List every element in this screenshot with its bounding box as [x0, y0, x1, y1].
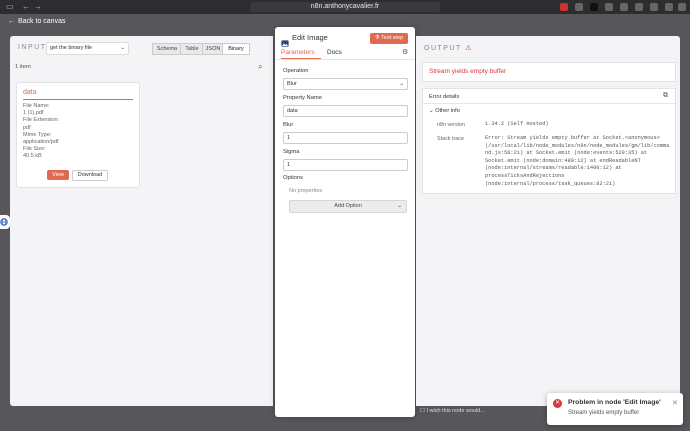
- toast-title: Problem in node 'Edit Image': [568, 399, 661, 406]
- download-button[interactable]: Download: [72, 170, 108, 181]
- copy-icon[interactable]: ⧉: [663, 92, 668, 100]
- globe-icon[interactable]: [0, 215, 10, 229]
- warning-icon: ⚠: [465, 45, 472, 52]
- error-details-box: Error details ⧉ ⌄ Other info n8n version…: [422, 88, 676, 194]
- operation-select[interactable]: Blur ⌄: [283, 78, 408, 90]
- chevron-down-icon: ⌄: [397, 203, 402, 209]
- address-bar[interactable]: n8n.anthonycavalier.fr: [250, 2, 440, 12]
- property-name-input[interactable]: data: [283, 105, 408, 117]
- output-title: OUTPUT ⚠: [424, 45, 472, 52]
- options-label: Options: [283, 175, 303, 181]
- tab-json[interactable]: JSON: [202, 43, 224, 55]
- gear-icon[interactable]: ⚙: [402, 48, 408, 56]
- arrow-left-icon: ←: [8, 18, 15, 25]
- input-title: INPUT: [18, 44, 47, 51]
- chevron-down-icon: ⌄: [429, 108, 434, 114]
- back-arrow-icon[interactable]: ←: [22, 2, 30, 11]
- tab-docs[interactable]: Docs: [327, 49, 342, 56]
- tab-parameters[interactable]: Parameters: [281, 49, 315, 56]
- divider: [23, 99, 133, 100]
- edit-image-panel: Edit Image ⚗ Test step Parameters Docs ⚙…: [275, 27, 415, 417]
- add-option-button[interactable]: Add Option ⌄: [289, 200, 407, 213]
- tab-schema[interactable]: Schema: [152, 43, 182, 55]
- blur-input[interactable]: 1: [283, 132, 408, 144]
- test-step-button[interactable]: ⚗ Test step: [370, 33, 408, 44]
- item-count: 1 item: [15, 64, 31, 70]
- output-panel: OUTPUT ⚠ Stream yields empty buffer Erro…: [416, 36, 680, 406]
- menu-icon[interactable]: [678, 3, 686, 11]
- n8n-version-value: 1.34.2 (Self Hosted): [485, 121, 549, 127]
- error-details-label: Error details: [429, 94, 460, 100]
- binary-data-card: data File Name: 1 (1).pdf File Extension…: [16, 82, 140, 188]
- no-properties-text: No properties: [289, 188, 323, 194]
- error-circle-icon: ✕: [553, 399, 562, 408]
- blur-label: Blur: [283, 122, 294, 128]
- divider: [275, 59, 415, 60]
- sidebar-toggle-icon[interactable]: ▭: [6, 2, 14, 11]
- extension-icon[interactable]: [635, 3, 643, 11]
- chevron-down-icon: ⌄: [120, 45, 125, 51]
- chevron-down-icon: ⌄: [399, 81, 404, 87]
- tab-binary[interactable]: Binary: [222, 43, 250, 55]
- stack-trace-text: Error: Stream yields empty buffer at Soc…: [485, 135, 670, 187]
- tab-table[interactable]: Table: [180, 43, 204, 55]
- file-metadata: File Name: 1 (1).pdf File Extension: pdf…: [23, 103, 60, 160]
- node-title[interactable]: Edit Image: [292, 33, 328, 42]
- error-banner: Stream yields empty buffer: [422, 62, 676, 82]
- stack-trace-label: Stack trace: [437, 136, 464, 142]
- property-name-label: Property Name: [283, 95, 322, 101]
- flask-icon: ⚗: [374, 35, 380, 41]
- other-info-toggle[interactable]: ⌄ Other info: [429, 108, 460, 114]
- feedback-hint[interactable]: ☐ I wish this node would...: [420, 408, 485, 414]
- search-icon[interactable]: ⌕: [258, 62, 262, 72]
- divider: [423, 103, 675, 104]
- checkbox-icon: ☐: [420, 408, 425, 414]
- back-to-canvas-button[interactable]: ← Back to canvas: [8, 18, 65, 25]
- extension-icon[interactable]: [620, 3, 628, 11]
- extension-icon[interactable]: [575, 3, 583, 11]
- operation-label: Operation: [283, 68, 309, 74]
- forward-arrow-icon[interactable]: →: [34, 2, 42, 11]
- browser-toolbar: ▭ ← → n8n.anthonycavalier.fr: [0, 0, 690, 14]
- extension-icon[interactable]: [665, 3, 673, 11]
- input-node-select[interactable]: get the binary file ⌄: [46, 42, 129, 55]
- binary-property-title: data: [23, 89, 37, 96]
- error-toast: ✕ Problem in node 'Edit Image' Stream yi…: [547, 393, 683, 425]
- sigma-label: Sigma: [283, 149, 300, 155]
- toast-message: Stream yields empty buffer: [568, 410, 640, 416]
- error-title: Stream yields empty buffer: [429, 68, 507, 75]
- extension-icon[interactable]: [605, 3, 613, 11]
- extension-icon[interactable]: [650, 3, 658, 11]
- extension-icon[interactable]: [590, 3, 598, 11]
- view-button[interactable]: View: [47, 170, 69, 180]
- sigma-input[interactable]: 1: [283, 159, 408, 171]
- extension-icon[interactable]: [560, 3, 568, 11]
- n8n-version-label: n8n version: [437, 122, 465, 128]
- close-icon[interactable]: ✕: [672, 399, 678, 407]
